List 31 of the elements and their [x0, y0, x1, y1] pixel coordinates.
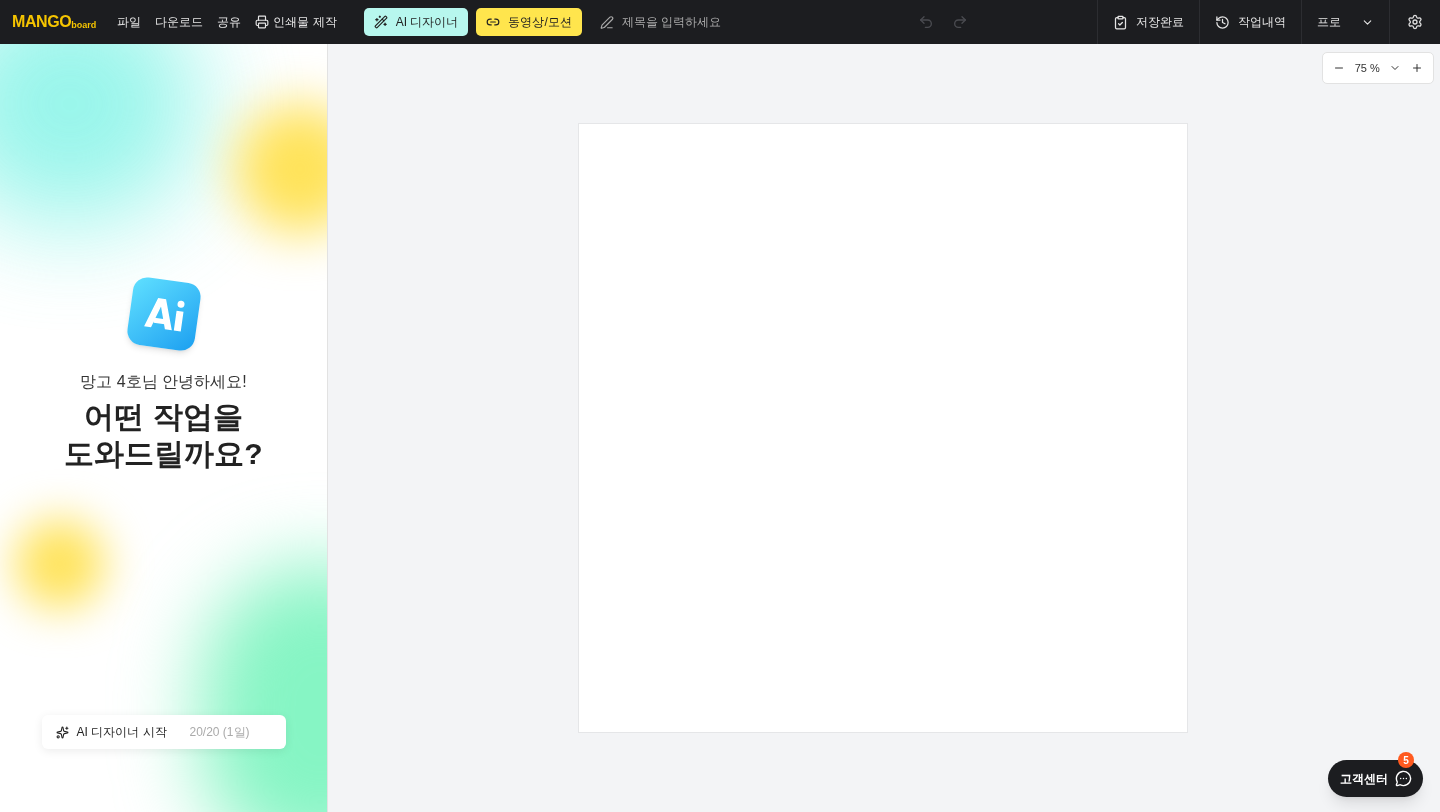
title-field[interactable]: 제목을 입력하세요: [621, 13, 900, 31]
zoom-in-button[interactable]: [1411, 62, 1423, 74]
toolbar-button[interactable]: 작업내역: [1199, 0, 1301, 44]
pen-icon: [599, 14, 614, 30]
redo-icon: [951, 14, 968, 30]
menu-item[interactable]: 파일: [110, 13, 149, 31]
printer-icon: [255, 15, 270, 29]
menu-item[interactable]: 인쇄물 제작: [248, 13, 344, 31]
logo[interactable]: MANGOboard: [12, 14, 97, 30]
history-icon: [1215, 14, 1230, 30]
zoom-value[interactable]: 75 %: [1354, 59, 1380, 77]
sparkles-icon: [55, 725, 69, 739]
mode-button[interactable]: 동영상/모션: [476, 8, 582, 36]
toolbar-button[interactable]: 저장완료: [1097, 0, 1199, 44]
greeting-text: 망고 4호님 안녕하세요!: [80, 372, 247, 392]
menu-item[interactable]: 공유: [210, 13, 249, 31]
mode-button[interactable]: AI 디자이너: [363, 8, 469, 36]
clipboard-check-icon: [1113, 14, 1128, 30]
link-icon: [486, 15, 501, 29]
menu-item[interactable]: 다운로드: [148, 13, 211, 31]
toolbar-button[interactable]: 프로: [1301, 0, 1389, 44]
magic-wand-icon: [373, 15, 388, 29]
headline: 어떤 작업을 도와드릴까요?: [64, 399, 263, 472]
usage-count: 20/20 (1일): [189, 724, 250, 741]
chat-icon: [1394, 770, 1412, 787]
button-label: AI 디자이너 시작: [76, 724, 167, 741]
undo-icon: [917, 14, 934, 30]
plus-icon: [1411, 62, 1423, 74]
notification-badge: 5: [1398, 752, 1414, 768]
ai-start-button[interactable]: AI 디자이너 시작 20/20 (1일): [41, 715, 286, 749]
settings-icon: [1407, 14, 1423, 30]
